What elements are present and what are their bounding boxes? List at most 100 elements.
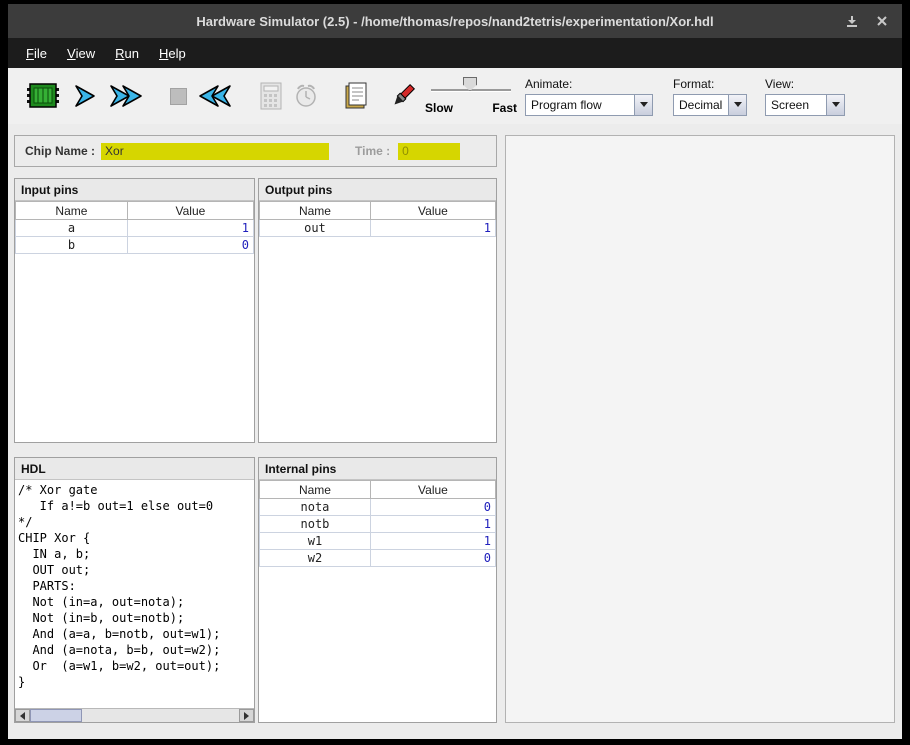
close-icon [876, 15, 888, 27]
hdl-line: If a!=b out=1 else out=0 [18, 498, 251, 514]
table-row: w2 0 [260, 550, 496, 567]
brush-icon [389, 82, 417, 110]
view-hdl-button[interactable] [343, 82, 369, 110]
slow-label: Slow [425, 101, 453, 115]
chip-icon [26, 82, 60, 110]
table-row: nota 0 [260, 499, 496, 516]
menubar: File View Run Help [8, 38, 902, 68]
output-pins-panel: Output pins Name Value out 1 [258, 178, 497, 443]
hdl-line: IN a, b; [18, 546, 251, 562]
pin-name: b [16, 237, 128, 254]
close-button[interactable] [876, 15, 888, 27]
column-header-name: Name [260, 202, 371, 220]
chip-name-bar: Chip Name : Xor Time : 0 [14, 135, 497, 167]
view-dropdown[interactable]: Screen [765, 94, 845, 116]
hdl-line: PARTS: [18, 578, 251, 594]
hdl-line: Not (in=b, out=notb); [18, 610, 251, 626]
hdl-title: HDL [15, 458, 254, 480]
run-button[interactable] [108, 83, 144, 109]
animate-label: Animate: [525, 77, 653, 91]
clock-icon [293, 82, 319, 110]
hdl-line: } [18, 674, 251, 690]
pin-name: out [260, 220, 371, 237]
app-window: Hardware Simulator (2.5) - /home/thomas/… [8, 4, 902, 739]
format-value: Decimal [674, 95, 728, 115]
pin-value: 1 [370, 533, 495, 550]
rewind-icon [197, 83, 233, 109]
fast-forward-icon [108, 83, 144, 109]
menu-item-run[interactable]: Run [105, 38, 149, 68]
format-dropdown[interactable]: Decimal [673, 94, 747, 116]
clock-button[interactable] [293, 82, 319, 110]
screen-panel [505, 135, 895, 723]
animate-dropdown[interactable]: Program flow [525, 94, 653, 116]
chevron-down-icon[interactable] [728, 95, 746, 115]
time-field: 0 [398, 143, 460, 160]
scroll-right-button[interactable] [239, 709, 254, 722]
input-pins-title: Input pins [15, 179, 254, 201]
scrollbar-thumb[interactable] [30, 709, 82, 722]
pin-value[interactable]: 1 [127, 220, 253, 237]
column-header-value: Value [370, 481, 495, 499]
chip-name-field[interactable]: Xor [101, 143, 329, 160]
pin-value: 1 [370, 516, 495, 533]
toolbar: Slow Fast Animate: Program flow Format: … [8, 68, 902, 124]
hdl-line: /* Xor gate [18, 482, 251, 498]
forward-arrow-icon [70, 83, 98, 109]
book-icon [343, 82, 369, 110]
pin-value: 0 [370, 499, 495, 516]
chevron-down-icon[interactable] [826, 95, 844, 115]
reset-button[interactable] [197, 83, 233, 109]
view-label: View: [765, 77, 845, 91]
hdl-line: OUT out; [18, 562, 251, 578]
scrollbar-track[interactable] [30, 709, 239, 722]
menu-item-view[interactable]: View [57, 38, 105, 68]
table-header-row: Name Value [16, 202, 254, 220]
animate-control: Animate: Program flow [525, 77, 653, 116]
input-pins-panel: Input pins Name Value a 1 b 0 [14, 178, 255, 443]
stop-button[interactable] [170, 88, 187, 105]
internal-pins-table: Name Value nota 0 notb 1 w1 1 [259, 480, 496, 567]
pin-name: nota [260, 499, 371, 516]
hdl-line: CHIP Xor { [18, 530, 251, 546]
clear-button[interactable] [389, 82, 417, 110]
time-label: Time : [355, 144, 390, 158]
input-pins-table: Name Value a 1 b 0 [15, 201, 254, 254]
triangle-left-icon [20, 712, 25, 720]
stop-square-icon [170, 88, 187, 105]
load-chip-button[interactable] [26, 82, 60, 110]
titlebar: Hardware Simulator (2.5) - /home/thomas/… [8, 4, 902, 38]
pin-value: 0 [370, 550, 495, 567]
view-control: View: Screen [765, 77, 845, 116]
minimize-icon [846, 15, 858, 27]
pin-name: w2 [260, 550, 371, 567]
table-row: w1 1 [260, 533, 496, 550]
column-header-value: Value [127, 202, 253, 220]
hdl-line: And (a=nota, b=b, out=w2); [18, 642, 251, 658]
animate-value: Program flow [526, 95, 634, 115]
hdl-line: */ [18, 514, 251, 530]
view-value: Screen [766, 95, 826, 115]
speed-slider[interactable]: Slow Fast [431, 75, 511, 117]
window-title: Hardware Simulator (2.5) - /home/thomas/… [196, 14, 713, 29]
pin-value[interactable]: 0 [127, 237, 253, 254]
fast-label: Fast [492, 101, 517, 115]
chevron-down-icon[interactable] [634, 95, 652, 115]
menu-item-help[interactable]: Help [149, 38, 196, 68]
hdl-horizontal-scrollbar[interactable] [15, 708, 254, 722]
scroll-left-button[interactable] [15, 709, 30, 722]
single-step-button[interactable] [70, 83, 98, 109]
content-area: Chip Name : Xor Time : 0 Input pins Name… [8, 124, 902, 739]
column-header-value: Value [370, 202, 495, 220]
menu-item-file[interactable]: File [16, 38, 57, 68]
format-control: Format: Decimal [673, 77, 747, 116]
hdl-panel: HDL /* Xor gate If a!=b out=1 else out=0… [14, 457, 255, 723]
column-header-name: Name [260, 481, 371, 499]
triangle-right-icon [244, 712, 249, 720]
table-row: notb 1 [260, 516, 496, 533]
hdl-line: Or (a=w1, b=w2, out=out); [18, 658, 251, 674]
minimize-button[interactable] [846, 15, 858, 27]
table-row: a 1 [16, 220, 254, 237]
calculator-button[interactable] [259, 82, 283, 110]
output-pins-title: Output pins [259, 179, 496, 201]
